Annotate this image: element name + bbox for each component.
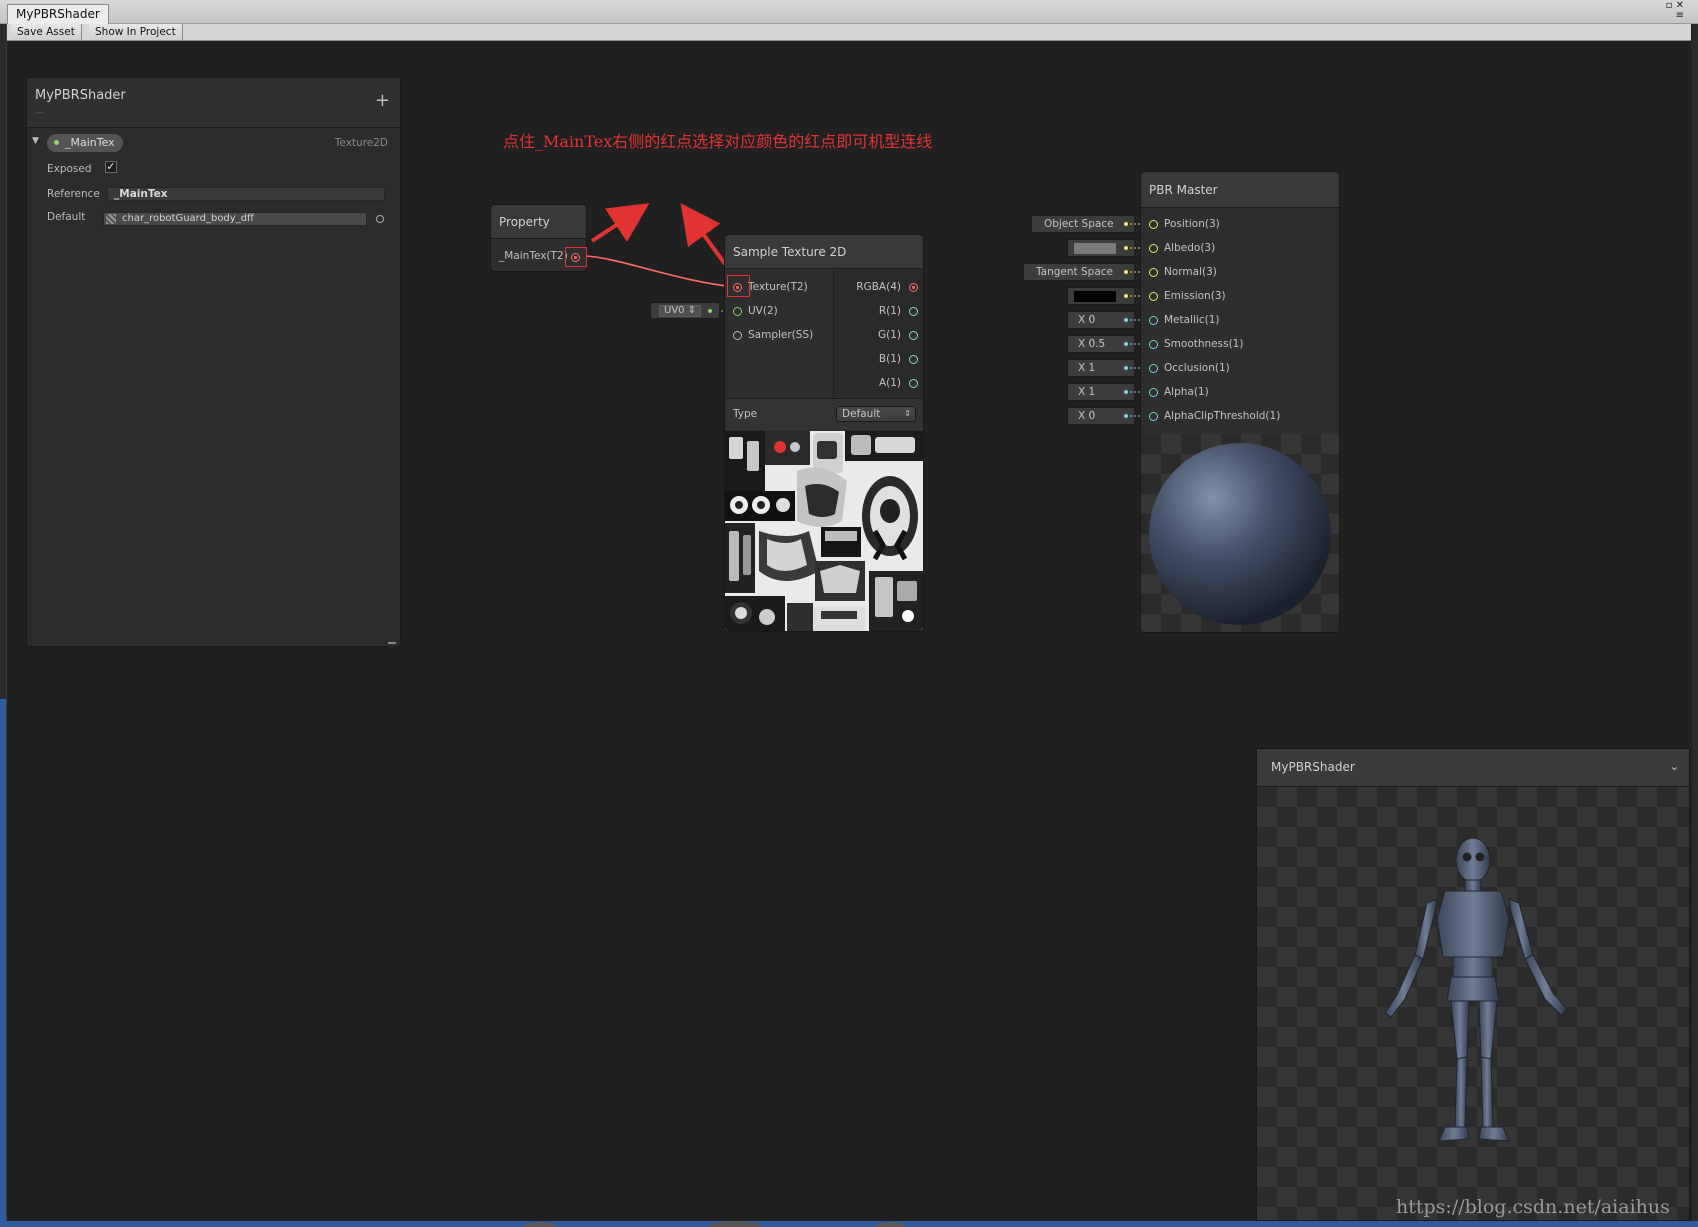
metallic-input-port[interactable] (1149, 316, 1158, 325)
chevron-down-icon[interactable]: ⌄ (1670, 760, 1679, 773)
uv-input-label: UV(2) (748, 305, 778, 317)
occlusion-input-port[interactable] (1149, 364, 1158, 373)
g-output-port[interactable] (909, 331, 918, 340)
smoothness-input-label: Smoothness(1) (1164, 338, 1244, 350)
normal-input-label: Normal(3) (1164, 266, 1217, 278)
main-preview-title: MyPBRShader (1271, 760, 1355, 774)
sphere-preview (1149, 443, 1331, 625)
r-output-label: R(1) (878, 305, 901, 317)
position-input-label: Position(3) (1164, 218, 1220, 230)
alpha-clip-input-label: AlphaClipThreshold(1) (1164, 410, 1281, 422)
texture-preview (725, 431, 923, 631)
texture-input-label: Texture(T2) (748, 281, 808, 293)
sampler-input-port[interactable] (733, 331, 742, 340)
highlight-box (565, 247, 587, 267)
sample-texture-node[interactable]: Sample Texture 2D Texture(T2) UV(2) Samp… (724, 234, 924, 632)
emission-input-port[interactable] (1149, 292, 1158, 301)
albedo-color-swatch[interactable] (1074, 243, 1116, 254)
type-label: Type (733, 408, 758, 420)
type-row: Type Default ⇕ (725, 398, 923, 430)
pbr-master-title: PBR Master (1141, 172, 1339, 208)
uv-stub-dot (708, 309, 712, 313)
robot-texture-image (725, 431, 923, 631)
metallic-value[interactable]: X 0 (1078, 312, 1095, 328)
property-node[interactable]: Property _MainTex(T2) (490, 204, 587, 272)
robot-model-preview (1384, 837, 1568, 1142)
watermark: https://blog.csdn.net/aiaihus (1396, 1196, 1670, 1218)
emission-color-swatch[interactable] (1074, 291, 1116, 302)
alpha-input-label: Alpha(1) (1164, 386, 1209, 398)
property-output-label: _MainTex(T2) (499, 250, 568, 262)
rgba-output-port[interactable] (909, 283, 918, 292)
emission-input-label: Emission(3) (1164, 290, 1226, 302)
pbr-master-node[interactable]: PBR Master Position(3) Albedo(3) Normal(… (1140, 171, 1340, 633)
uv-dropdown[interactable]: UV0 ⇕ (659, 305, 702, 317)
annotation-arrow-left (680, 203, 730, 270)
uv-input-port[interactable] (733, 307, 742, 316)
normal-space-value: Tangent Space (1036, 266, 1113, 278)
albedo-input-port[interactable] (1149, 244, 1158, 253)
main-preview-window[interactable]: MyPBRShader ⌄ (1256, 748, 1690, 1221)
position-space-value: Object Space (1044, 218, 1114, 230)
property-node-title: Property (491, 205, 586, 239)
rgba-output-label: RGBA(4) (856, 281, 901, 293)
smoothness-value[interactable]: X 0.5 (1078, 336, 1105, 352)
albedo-input-label: Albedo(3) (1164, 242, 1216, 254)
alpha-input-port[interactable] (1149, 388, 1158, 397)
pbr-preview (1141, 434, 1339, 632)
uv-stub[interactable]: UV0 ⇕ (650, 302, 720, 319)
b-output-port[interactable] (909, 355, 918, 364)
occlusion-value[interactable]: X 1 (1078, 360, 1095, 376)
dropdown-arrow-icon: ⇕ (904, 409, 911, 418)
sample-texture-title: Sample Texture 2D (725, 235, 923, 269)
uv-value: UV0 (664, 305, 685, 316)
highlight-box (727, 275, 750, 297)
alpha-clip-input-port[interactable] (1149, 412, 1158, 421)
a-output-label: A(1) (878, 377, 901, 389)
main-preview-header: MyPBRShader ⌄ (1257, 749, 1689, 787)
bottom-decoration (524, 1221, 904, 1227)
type-dropdown[interactable]: Default ⇕ (836, 406, 916, 422)
g-output-label: G(1) (877, 329, 901, 341)
main-preview-viewport[interactable] (1257, 787, 1689, 1220)
a-output-port[interactable] (909, 379, 918, 388)
alpha-value[interactable]: X 1 (1078, 384, 1095, 400)
position-input-port[interactable] (1149, 220, 1158, 229)
texture-edge[interactable] (585, 255, 737, 288)
shader-graph-window: { "window": { "tab_title": "MyPBRShader"… (0, 0, 1698, 1227)
occlusion-input-label: Occlusion(1) (1164, 362, 1230, 374)
sampler-input-label: Sampler(SS) (748, 329, 814, 341)
smoothness-input-port[interactable] (1149, 340, 1158, 349)
b-output-label: B(1) (878, 353, 901, 365)
metallic-input-label: Metallic(1) (1164, 314, 1220, 326)
alpha-clip-value[interactable]: X 0 (1078, 408, 1095, 424)
normal-input-port[interactable] (1149, 268, 1158, 277)
r-output-port[interactable] (909, 307, 918, 316)
annotation-arrow-right (590, 203, 650, 243)
type-value: Default (842, 408, 881, 420)
normal-space-stub[interactable]: Tangent Space (1023, 263, 1135, 281)
